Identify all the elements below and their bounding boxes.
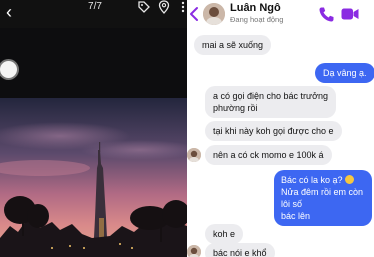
shutter-button[interactable] [0, 61, 17, 78]
phone-icon[interactable] [318, 6, 335, 23]
message-line: bác lên [281, 211, 311, 221]
message-received[interactable]: nên a có ck momo e 100k á [205, 145, 332, 165]
video-camera-icon[interactable] [341, 7, 359, 21]
back-arrow-icon[interactable]: ‹ [6, 2, 12, 22]
message-text: bác nói e khổ [213, 248, 267, 257]
message-text: Dạ vâng ạ. [323, 68, 367, 78]
message-line: phường rồi [213, 103, 258, 113]
message-sent[interactable]: Dạ vâng ạ. [315, 63, 374, 83]
sender-avatar[interactable] [187, 245, 201, 257]
message-received[interactable]: koh e [205, 224, 244, 244]
active-status: Đang hoạt động [230, 15, 284, 24]
message-received[interactable]: mai a sẽ xuống [194, 35, 272, 55]
contact-name[interactable]: Luân Ngô [230, 2, 281, 14]
message-text: koh e [213, 229, 236, 239]
message-received[interactable]: tại khi này koh gọi được cho e [205, 121, 342, 141]
message-line: a có gọi điện cho bác trưởng [213, 91, 328, 101]
message-sent[interactable]: Bác có la ko ạ? Nửa đêm rồi em còn lôi s… [274, 170, 372, 226]
tag-icon[interactable] [137, 0, 151, 14]
viewer-top-bar: ‹ 7/7 [0, 0, 187, 28]
location-pin-icon[interactable] [157, 0, 171, 14]
photo-counter: 7/7 [88, 1, 102, 12]
message-text: tại khi này koh gọi được cho e [213, 126, 334, 136]
message-line: Nửa đêm rồi em còn lôi số [281, 187, 364, 209]
messenger-chat: Luân Ngô Đang hoạt động mai a sẽ xuống D… [187, 0, 374, 257]
photo-viewer: ‹ 7/7 [0, 0, 187, 257]
emoji-icon [345, 175, 355, 184]
screenshot-collage: ‹ 7/7 Luân Ngô Đang hoạt động mai a sẽ x… [0, 0, 374, 257]
message-received[interactable]: bác nói e khổ [205, 243, 275, 257]
message-text: mai a sẽ xuống [202, 40, 264, 50]
message-received[interactable]: a có gọi điện cho bác trưởng phường rồi [205, 86, 336, 118]
message-line: Bác có la ko ạ? [281, 174, 365, 186]
contact-avatar[interactable] [203, 3, 225, 25]
back-chevron-icon[interactable] [189, 6, 199, 22]
message-text: nên a có ck momo e 100k á [213, 150, 324, 160]
chat-header: Luân Ngô Đang hoạt động [187, 0, 374, 30]
more-icon[interactable] [176, 0, 187, 14]
sender-avatar[interactable] [187, 148, 201, 162]
sunset-city-photo [0, 98, 187, 257]
